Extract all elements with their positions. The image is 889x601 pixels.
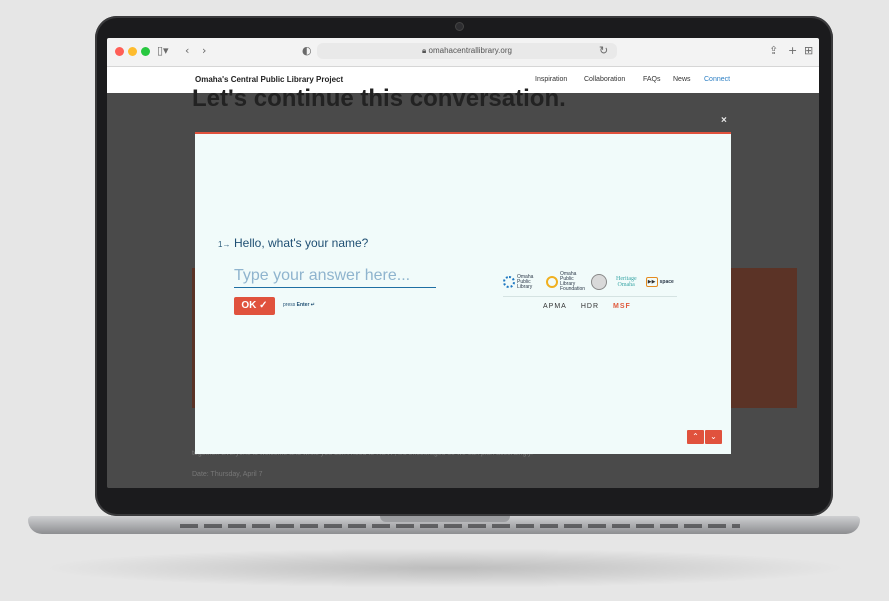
event-date: Date: Thursday, April 7 (192, 471, 263, 478)
previous-question-button[interactable]: ⌃ (687, 430, 704, 444)
logo-divider (503, 296, 677, 297)
keyboard-edge (180, 524, 740, 528)
city-seal-logo (591, 274, 607, 290)
browser-toolbar: ▯▾ ‹ › ◐ 🔒︎ omahacentrallibrary.org ↻ ⇪ … (107, 38, 819, 67)
question-text: Hello, what's your name? (234, 236, 369, 250)
privacy-icon[interactable]: ◐ (302, 44, 312, 57)
page-heading: Let's continue this conversation. (192, 85, 566, 112)
camera-icon (455, 22, 464, 31)
nav-collaboration[interactable]: Collaboration (584, 76, 625, 83)
forward-icon[interactable]: › (202, 44, 206, 57)
ok-button[interactable]: OK ✓ (234, 297, 275, 315)
heritage-omaha-logo: Heritage Omaha (616, 276, 637, 288)
new-tab-icon[interactable]: + (788, 44, 797, 57)
space-logo: ▶▶ space (645, 277, 674, 287)
question-number: 1→ (218, 240, 231, 249)
url-text: omahacentrallibrary.org (428, 46, 512, 55)
reload-icon[interactable]: ↻ (599, 44, 608, 57)
share-icon[interactable]: ⇪ (769, 44, 778, 57)
chevron-up-icon: ⌃ (692, 432, 699, 441)
next-question-button[interactable]: ⌄ (705, 430, 722, 444)
nav-faqs[interactable]: FAQs (643, 76, 661, 83)
chevron-down-icon: ⌄ (710, 432, 717, 441)
nav-inspiration[interactable]: Inspiration (535, 76, 567, 83)
page-body: Let's continue this conversation. togeth… (107, 85, 819, 488)
close-modal-icon[interactable]: × (721, 115, 727, 126)
nav-news[interactable]: News (673, 76, 691, 83)
enter-hint: press Enter ↵ (283, 302, 315, 308)
laptop-notch (380, 516, 510, 522)
laptop-screen: ▯▾ ‹ › ◐ 🔒︎ omahacentrallibrary.org ↻ ⇪ … (107, 38, 819, 488)
address-bar[interactable]: 🔒︎ omahacentrallibrary.org (317, 43, 617, 59)
name-input[interactable] (234, 265, 436, 288)
enter-hint-key: Enter ↵ (296, 302, 315, 308)
form-modal: 1→ Hello, what's your name? OK ✓ press E… (195, 132, 731, 454)
minimize-window-button[interactable] (128, 47, 137, 56)
close-window-button[interactable] (115, 47, 124, 56)
hdr-logo: HDR (580, 303, 600, 310)
apma-logo: APMA (543, 303, 567, 310)
library-foundation-logo: Omaha Public Library Foundation (546, 272, 585, 292)
site-brand[interactable]: Omaha's Central Public Library Project (195, 75, 343, 84)
zoom-window-button[interactable] (141, 47, 150, 56)
omaha-public-library-logo: Omaha Public Library (503, 274, 537, 290)
back-icon[interactable]: ‹ (185, 44, 189, 57)
sidebar-icon[interactable]: ▯▾ (157, 44, 169, 57)
partner-logos: Omaha Public Library Omaha Public Librar… (503, 272, 677, 310)
laptop-shadow (40, 548, 850, 588)
msf-logo: MSF (613, 303, 631, 310)
question-nav: ⌃ ⌄ (687, 430, 722, 444)
tab-overview-icon[interactable]: ⊞ (804, 44, 813, 57)
nav-connect[interactable]: Connect (704, 76, 730, 83)
enter-hint-prefix: press (283, 302, 297, 308)
